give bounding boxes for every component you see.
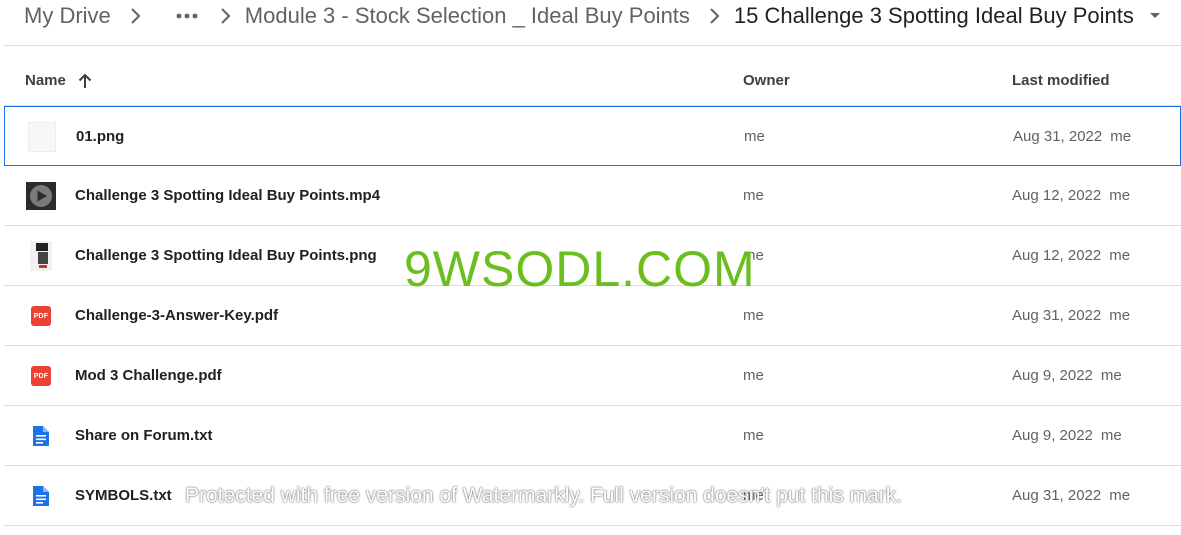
column-header-row: Name Owner Last modified: [4, 56, 1181, 106]
file-name: Challenge 3 Spotting Ideal Buy Points.mp…: [75, 187, 381, 204]
image-thumbnail-icon: [27, 122, 57, 152]
breadcrumb-parent-folder[interactable]: Module 3 - Stock Selection _ Ideal Buy P…: [245, 1, 694, 31]
file-modified: Aug 12, 2022 me: [1012, 247, 1131, 264]
file-modified: Aug 9, 2022 me: [1012, 427, 1122, 444]
caret-down-icon[interactable]: [1140, 1, 1170, 31]
watermark-notice: Protected with free version of Watermark…: [185, 484, 903, 507]
column-header-owner[interactable]: Owner: [743, 72, 790, 89]
file-list: 01.png me Aug 31, 2022 me Challenge 3 Spo…: [4, 106, 1181, 526]
document-icon: [26, 421, 56, 451]
file-row[interactable]: Share on Forum.txt me Aug 9, 2022 me: [4, 406, 1181, 466]
file-name: Challenge 3 Spotting Ideal Buy Points.pn…: [75, 247, 377, 264]
file-name: Challenge-3-Answer-Key.pdf: [75, 307, 279, 324]
breadcrumb: My Drive Module 3 - Stock Selection _ Id…: [0, 0, 1181, 32]
file-name: Mod 3 Challenge.pdf: [75, 367, 222, 384]
file-owner: me: [743, 187, 764, 204]
file-modified: Aug 12, 2022 me: [1012, 187, 1131, 204]
breadcrumb-my-drive[interactable]: My Drive: [0, 1, 115, 31]
file-owner: me: [743, 367, 764, 384]
document-icon: [26, 481, 56, 511]
chevron-right-icon: [694, 1, 734, 31]
divider: [4, 45, 1181, 46]
file-modified: Aug 31, 2022 me: [1013, 128, 1132, 145]
file-name: Share on Forum.txt: [75, 427, 213, 444]
video-thumbnail-icon: [26, 181, 56, 211]
chevron-right-icon: [115, 1, 155, 31]
file-owner: me: [744, 128, 765, 145]
file-row[interactable]: PDF Mod 3 Challenge.pdf me Aug 9, 2022 me: [4, 346, 1181, 406]
column-header-name-label: Name: [25, 72, 66, 89]
breadcrumb-current-folder[interactable]: 15 Challenge 3 Spotting Ideal Buy Points: [734, 1, 1138, 31]
file-owner: me: [743, 307, 764, 324]
watermark-site: 9WSODL.COM: [404, 241, 756, 297]
file-modified: Aug 9, 2022 me: [1012, 367, 1122, 384]
file-owner: me: [743, 427, 764, 444]
more-horiz-icon[interactable]: [169, 1, 205, 31]
column-header-name[interactable]: Name: [25, 72, 92, 89]
file-row[interactable]: 01.png me Aug 31, 2022 me: [4, 106, 1181, 166]
file-row[interactable]: Challenge 3 Spotting Ideal Buy Points.mp…: [4, 166, 1181, 226]
file-name: 01.png: [76, 128, 125, 145]
arrow-up-icon[interactable]: [78, 73, 92, 89]
column-header-last-modified[interactable]: Last modified: [1012, 72, 1110, 89]
image-thumbnail-icon: [26, 241, 56, 271]
file-modified: Aug 31, 2022 me: [1012, 307, 1131, 324]
file-modified: Aug 31, 2022 me: [1012, 487, 1131, 504]
file-name: SYMBOLS.txt: [75, 487, 172, 504]
pdf-icon: PDF: [26, 301, 56, 331]
pdf-icon: PDF: [26, 361, 56, 391]
chevron-right-icon: [205, 1, 245, 31]
